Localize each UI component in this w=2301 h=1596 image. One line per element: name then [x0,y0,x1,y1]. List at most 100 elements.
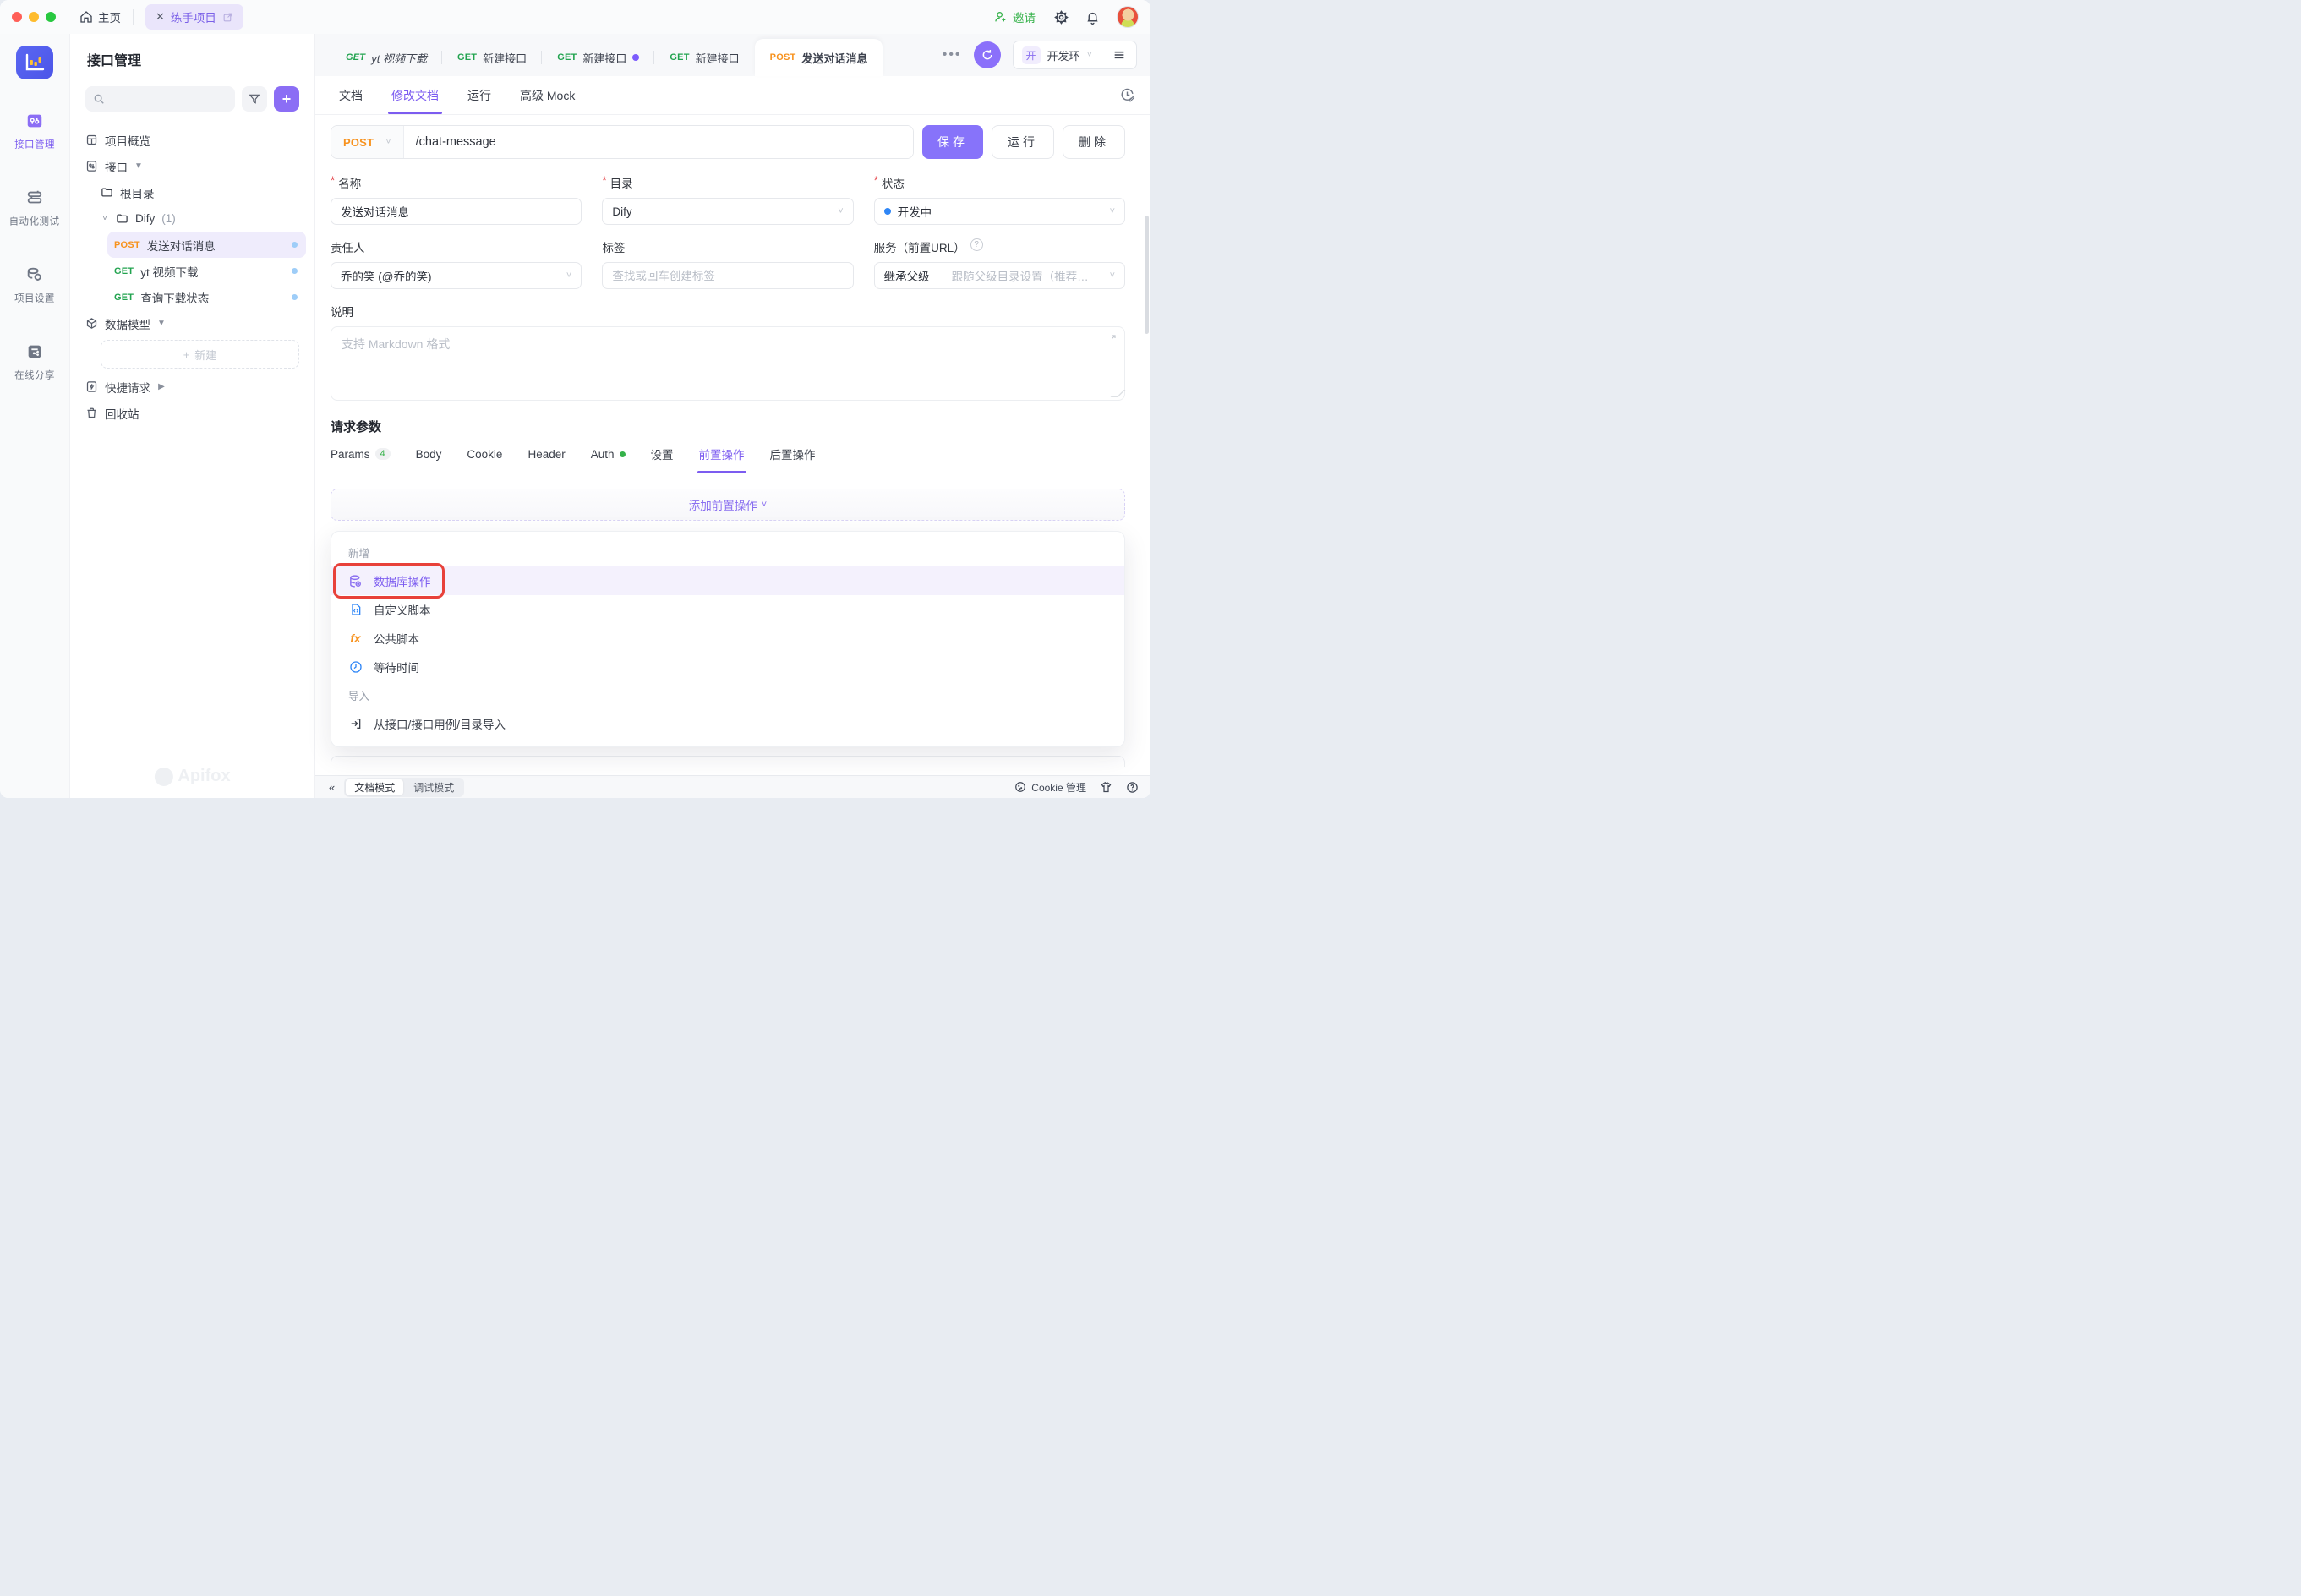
menu-item-custom-script[interactable]: 自定义脚本 [331,595,1124,624]
sidebar-endpoint-query-status[interactable]: GET 查询下载状态 [107,284,306,310]
more-tabs-icon[interactable]: ••• [943,47,962,63]
folder-count: (1) [161,212,176,225]
chevron-expanded-icon[interactable]: ˅ [101,214,109,223]
minimize-window-button[interactable] [29,12,39,22]
menu-item-database-operation[interactable]: 数据库操作 [331,566,1124,595]
sidebar-item-root-folder[interactable]: 根目录 [94,179,306,205]
chevron-right-icon[interactable]: ▶ [157,382,166,391]
api-tree: 项目概览 接口 ▼ 根目录 ˅ Dify (1) [70,123,314,429]
tags-input[interactable] [612,270,843,282]
search-box[interactable] [85,86,235,112]
expand-icon[interactable] [1107,334,1117,344]
doc-tab-new-api-3[interactable]: GET 新建接口 [654,39,754,76]
external-link-icon[interactable] [222,12,233,23]
unsaved-dot [292,242,298,248]
tab-body[interactable]: Body [416,445,442,473]
help-icon[interactable]: ? [970,238,983,251]
tab-run[interactable]: 运行 [467,76,491,114]
method-badge: GET [670,52,689,63]
params-tabbar: Params4 Body Cookie Header Auth 设置 前置操作 … [331,445,1125,473]
delete-button[interactable]: 删除 [1063,125,1125,159]
unsaved-purple-dot [632,54,639,61]
cookie-manager-button[interactable]: Cookie 管理 [1014,780,1086,795]
service-select[interactable]: 继承父级 跟随父级目录设置（推荐… ˅ [874,262,1125,289]
zoom-window-button[interactable] [46,12,56,22]
chevron-down-icon: ˅ [1087,50,1092,60]
chevron-down-icon[interactable]: ▼ [157,319,166,328]
tab-edit-doc[interactable]: 修改文档 [391,76,439,114]
method-select[interactable]: POST ˅ [331,126,404,158]
sidebar-item-recycle-bin[interactable]: 回收站 [79,400,306,426]
owner-select[interactable]: 乔的笑 (@乔的笑) ˅ [331,262,582,289]
invite-user-icon [994,10,1008,24]
settings-gear-icon[interactable] [1054,10,1069,25]
history-clock-icon[interactable] [1119,87,1135,103]
doc-tab-yt-download[interactable]: GET yt 视频下载 [331,39,442,76]
rail-item-api-management[interactable]: 接口管理 [13,112,57,151]
rail-item-online-share[interactable]: 在线分享 [13,342,57,382]
search-input[interactable] [110,93,227,106]
run-button[interactable]: 运行 [992,125,1054,159]
save-button[interactable]: 保存 [922,125,983,159]
tab-cookie[interactable]: Cookie [467,445,502,473]
menu-item-import-from-api[interactable]: 从接口/接口用例/目录导入 [331,709,1124,738]
invite-button[interactable]: 邀请 [994,8,1036,25]
rail-item-project-settings[interactable]: 项目设置 [13,265,57,305]
debug-mode-button[interactable]: 调试模式 [405,779,462,795]
status-select[interactable]: 开发中 ˅ [874,198,1125,225]
tree-label: 接口 [105,158,128,175]
close-window-button[interactable] [12,12,22,22]
sidebar-item-quick-request[interactable]: 快捷请求 ▶ [79,374,306,400]
environment-label: 开发环 [1047,47,1080,63]
user-avatar[interactable] [1117,6,1139,28]
sync-icon[interactable] [974,41,1001,68]
chevron-down-icon[interactable]: ▼ [134,161,143,171]
resize-grip[interactable] [1111,390,1126,397]
add-new-button[interactable]: + [274,86,299,112]
collapse-sidebar-icon[interactable]: « [329,781,334,794]
doc-tab-new-api-2[interactable]: GET 新建接口 [542,39,654,76]
tab-pre-operations[interactable]: 前置操作 [699,445,745,473]
rail-item-automation-test[interactable]: 自动化测试 [7,189,62,228]
sidebar-item-apis[interactable]: 接口 ▼ [79,153,306,179]
chevron-down-icon: ˅ [838,206,843,216]
menu-item-public-script[interactable]: fx 公共脚本 [331,624,1124,653]
sidebar-item-dify-folder[interactable]: ˅ Dify (1) [94,205,306,232]
traffic-lights [12,12,56,22]
tab-header[interactable]: Header [527,445,565,473]
field-label: 服务（前置URL） [874,238,965,255]
app-logo[interactable] [16,46,53,79]
tab-auth[interactable]: Auth [591,445,626,473]
tab-settings[interactable]: 设置 [651,445,674,473]
name-input[interactable] [341,205,571,218]
custom-script-icon [348,603,363,616]
menu-item-wait-time[interactable]: 等待时间 [331,653,1124,681]
sidebar-endpoint-yt-download[interactable]: GET yt 视频下载 [107,258,306,284]
sidebar-item-project-overview[interactable]: 项目概览 [79,127,306,153]
environment-select[interactable]: 开 开发环 ˅ [1013,41,1101,69]
sidebar-endpoint-send-chat-message[interactable]: POST 发送对话消息 [107,232,306,258]
project-tab[interactable]: ✕ 练手项目 [145,4,243,30]
new-data-model-button[interactable]: + 新建 [101,340,299,369]
doc-tab-send-chat-message[interactable]: POST 发送对话消息 [755,39,883,76]
sidebar-item-data-model[interactable]: 数据模型 ▼ [79,310,306,336]
filter-button[interactable] [242,86,267,112]
trash-icon [85,407,98,419]
help-circle-icon[interactable] [1126,781,1139,794]
scrollbar-thumb[interactable] [1145,216,1149,334]
url-input[interactable] [404,126,913,158]
tab-params[interactable]: Params4 [331,445,391,473]
tab-post-operations[interactable]: 后置操作 [770,445,816,473]
directory-select[interactable]: Dify ˅ [602,198,853,225]
doc-tab-new-api-1[interactable]: GET 新建接口 [442,39,542,76]
home-button[interactable]: 主页 [79,8,121,25]
doc-mode-button[interactable]: 文档模式 [346,779,403,795]
close-project-icon[interactable]: ✕ [156,10,165,24]
tab-doc[interactable]: 文档 [339,76,363,114]
description-textarea[interactable]: 支持 Markdown 格式 [331,326,1125,401]
tab-advanced-mock[interactable]: 高级 Mock [520,76,575,114]
theme-tshirt-icon[interactable] [1100,781,1112,794]
hamburger-menu-icon[interactable] [1101,41,1137,69]
add-pre-operation-button[interactable]: 添加前置操作 ˅ [331,489,1125,521]
notifications-bell-icon[interactable] [1085,10,1100,25]
